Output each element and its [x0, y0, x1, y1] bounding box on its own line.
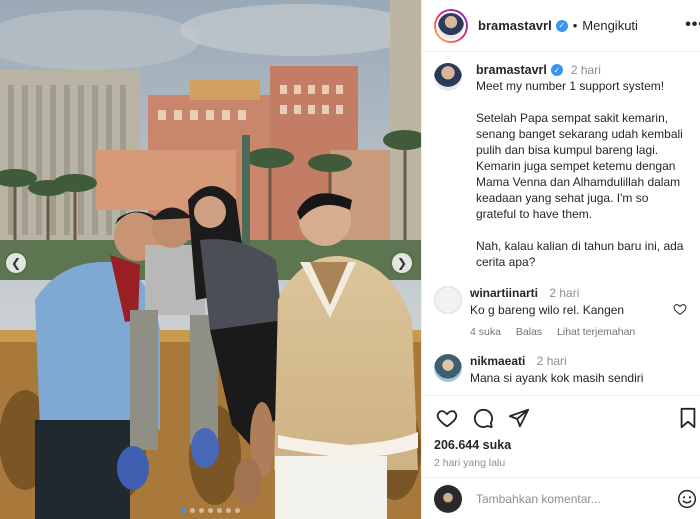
chevron-right-icon[interactable]: ❯: [392, 253, 412, 273]
add-comment-input[interactable]: [476, 491, 671, 506]
likes-count[interactable]: 206.644 suka: [434, 438, 689, 452]
author-username[interactable]: bramastavrl: [478, 18, 552, 33]
verified-badge-icon: ✓: [550, 64, 563, 76]
post-actions: 206.644 suka 2 hari yang lalu: [422, 395, 700, 477]
caption-avatar[interactable]: [434, 63, 462, 91]
separator-dot: •: [572, 18, 578, 33]
comment-avatar[interactable]: [434, 286, 462, 314]
post-side-panel: bramastavrl ✓ • Mengikuti ••• bramastavr…: [421, 0, 700, 519]
carousel-dot: [226, 508, 231, 513]
carousel-dot: [235, 508, 240, 513]
comment-username[interactable]: winartiinarti: [470, 286, 538, 300]
translate-button[interactable]: Lihat terjemahan: [557, 326, 635, 338]
author-avatar[interactable]: [434, 8, 468, 43]
comment-avatar[interactable]: [434, 354, 462, 382]
comment-time[interactable]: 2 hari: [549, 286, 579, 300]
heart-icon[interactable]: [673, 302, 687, 316]
comment-likes[interactable]: 4 suka: [470, 326, 501, 338]
post-photo[interactable]: ❮ ❯: [0, 0, 421, 519]
more-options-icon[interactable]: •••: [685, 16, 700, 34]
reply-button[interactable]: Balas: [516, 326, 542, 338]
carousel-dot: [217, 508, 222, 513]
caption-text: Meet my number 1 support system! Setelah…: [476, 79, 684, 269]
comment-item: winartiinarti 2 hari Ko g bareng wilo re…: [434, 286, 689, 338]
carousel-dot-active: [181, 508, 186, 513]
carousel-dots: [0, 508, 421, 513]
comment-username[interactable]: nikmaeati: [470, 354, 525, 368]
comment-composer: [422, 477, 700, 519]
chevron-left-icon[interactable]: ❮: [6, 253, 26, 273]
caption-time[interactable]: 2 hari: [571, 63, 601, 77]
verified-badge-icon: ✓: [555, 19, 568, 32]
bookmark-icon[interactable]: [675, 405, 700, 431]
comment-time[interactable]: 2 hari: [537, 354, 567, 368]
comment-text: Mana si ayank kok masih sendiri: [470, 371, 644, 385]
carousel-dot: [208, 508, 213, 513]
post-date[interactable]: 2 hari yang lalu: [434, 457, 689, 469]
avatar-image: [436, 10, 466, 41]
carousel-dot: [190, 508, 195, 513]
current-user-avatar: [434, 484, 462, 513]
comment-icon[interactable]: [470, 405, 496, 431]
post-caption: bramastavrl ✓ 2 hari Meet my number 1 su…: [434, 63, 689, 270]
caption-username[interactable]: bramastavrl: [476, 63, 547, 77]
comment-item: nikmaeati 2 hari Mana si ayank kok masih…: [434, 354, 689, 385]
comments-section[interactable]: bramastavrl ✓ 2 hari Meet my number 1 su…: [422, 53, 700, 394]
emoji-icon[interactable]: [677, 489, 697, 509]
carousel-dot: [199, 508, 204, 513]
photo-scene: [0, 0, 421, 519]
post-header: bramastavrl ✓ • Mengikuti •••: [422, 0, 700, 52]
comment-text: Ko g bareng wilo rel. Kangen: [470, 303, 625, 317]
share-send-icon[interactable]: [506, 405, 532, 431]
follow-status-button[interactable]: Mengikuti: [582, 18, 638, 33]
like-heart-icon[interactable]: [434, 405, 460, 431]
